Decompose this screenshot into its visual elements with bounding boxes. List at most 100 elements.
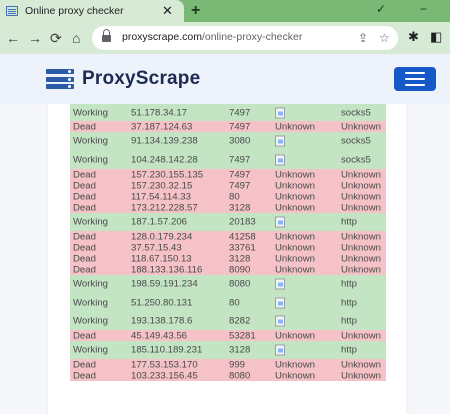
cell-port: 8080 [229,370,251,381]
cell-port: 7497 [229,107,251,118]
cell-port: 3128 [229,202,251,213]
cell-country: Unknown [275,121,315,132]
bookmark-star-icon[interactable]: ☆ [379,29,390,47]
cell-status: Working [73,297,109,308]
site-header: ProxyScrape [0,54,450,104]
cell-ip: 118.67.150.13 [131,253,192,264]
cell-protocol: Unknown [341,180,381,191]
cell-protocol: http [341,216,358,228]
cell-ip: 157.230.155.135 [131,169,204,180]
table-row: Working 91.134.139.238 3080 socks5 [70,132,386,150]
hamburger-menu-button[interactable] [394,67,436,91]
table-row: Dead 157.230.32.15 7497 Unknown Unknown [70,180,386,191]
cell-status: Working [73,135,109,147]
cell-status: Dead [73,191,96,202]
cell-ip: 104.248.142.28 [131,154,198,165]
forward-arrow-icon[interactable]: → [28,28,42,48]
cell-country: Unknown [275,169,315,180]
cell-protocol: http [341,344,358,356]
cell-ip: 157.230.32.15 [131,180,193,191]
reload-icon[interactable]: ⟳ [50,28,62,48]
cell-port: 3080 [229,135,251,147]
cell-country: Unknown [275,264,315,275]
cell-protocol: Unknown [341,191,381,202]
table-row: Dead 188.133.136.116 8090 Unknown Unknown [70,264,386,275]
results-table: Working 51.178.34.17 7497 socks5 Dead 37.187.… [70,104,386,381]
cell-protocol: http [341,297,358,308]
home-icon[interactable]: ⌂ [72,28,80,48]
browser-tab[interactable]: Online proxy checker ✕ [0,0,184,22]
cell-status: Dead [73,253,96,264]
cell-protocol: Unknown [341,264,381,275]
cell-protocol: Unknown [341,202,381,213]
back-arrow-icon[interactable]: ← [6,28,20,48]
table-row: Working 193.138.178.6 8282 http [70,312,386,330]
cell-status: Dead [73,121,96,132]
table-row: Working 187.1.57.206 20183 http [70,213,386,231]
cell-country: Unknown [275,330,315,341]
cell-ip: 188.133.136.116 [131,264,203,275]
cell-status: Dead [73,264,96,275]
cell-protocol: Unknown [341,169,381,180]
table-row: Dead 45.149.43.56 53281 Unknown Unknown [70,330,386,341]
table-row: Working 185.110.189.231 3128 http [70,341,386,359]
tab-search-icon[interactable]: ✓ [376,0,386,22]
cell-ip: 103.233.156.45 [131,370,198,381]
cell-port: 3128 [229,344,251,356]
cell-protocol: http [341,278,358,290]
cell-protocol: http [341,315,358,327]
cell-ip: 128.0.179.234 [131,231,193,242]
cell-port: 7497 [229,169,251,180]
cell-protocol: Unknown [341,359,381,370]
cell-status: Working [73,315,109,327]
cell-country: Unknown [275,191,315,202]
brand-name: ProxyScrape [82,68,201,89]
tab-close-icon[interactable]: ✕ [162,3,173,19]
cell-ip: 185.110.189.231 [131,344,203,356]
table-row: Working 198.59.191.234 8080 http [70,275,386,293]
table-row: Working 51.178.34.17 7497 socks5 [70,104,386,121]
cell-status: Working [73,216,109,228]
cell-country: Unknown [275,180,315,191]
cell-ip: 37.187.124.63 [131,121,193,132]
cell-status: Working [73,344,109,356]
cell-country: Unknown [275,202,315,213]
table-row: Dead 177.53.153.170 999 Unknown Unknown [70,359,386,370]
cell-country: Unknown [275,359,315,370]
cell-country: Unknown [275,370,315,381]
cell-status: Dead [73,202,96,213]
share-icon[interactable]: ⇪ [358,29,368,47]
cell-status: Dead [73,180,96,191]
cell-protocol: Unknown [341,330,381,341]
lock-icon[interactable] [102,29,111,42]
menu-icon-bar [405,72,425,74]
cell-status: Dead [73,169,96,180]
cell-port: 41258 [229,231,256,242]
cell-protocol: socks5 [341,154,371,165]
cell-ip: 117.54.114.33 [131,191,191,202]
cell-ip: 91.134.139.238 [131,135,198,147]
extensions-puzzle-icon[interactable]: ✱ [408,28,419,46]
proxyscrape-logo[interactable]: ProxyScrape [46,68,200,90]
address-bar[interactable]: proxyscrape.com/online-proxy-checker ⇪ ☆ [92,26,398,50]
side-panel-icon[interactable]: ◧ [430,28,442,46]
table-row: Dead 173.212.228.57 3128 Unknown Unknown [70,202,386,213]
cell-ip: 45.149.43.56 [131,330,188,341]
url-text: proxyscrape.com/online-proxy-checker [122,31,303,43]
cell-protocol: Unknown [341,253,381,264]
browser-tab-strip: Online proxy checker ✕ + ✓ − [0,0,450,22]
cell-status: Working [73,107,109,118]
minimize-icon[interactable]: − [420,0,427,22]
cell-port: 33761 [229,242,256,253]
cell-ip: 173.212.228.57 [131,202,198,213]
cell-ip: 193.138.178.6 [131,315,193,327]
cell-port: 7497 [229,154,251,165]
cell-ip: 51.178.34.17 [131,107,188,118]
cell-port: 8090 [229,264,251,275]
cell-ip: 187.1.57.206 [131,216,188,228]
cell-ip: 37.57.15.43 [131,242,182,253]
cell-port: 53281 [229,330,256,341]
table-row: Working 51.250.80.131 80 http [70,293,386,312]
new-tab-button[interactable]: + [191,1,200,21]
cell-country: Unknown [275,253,315,264]
